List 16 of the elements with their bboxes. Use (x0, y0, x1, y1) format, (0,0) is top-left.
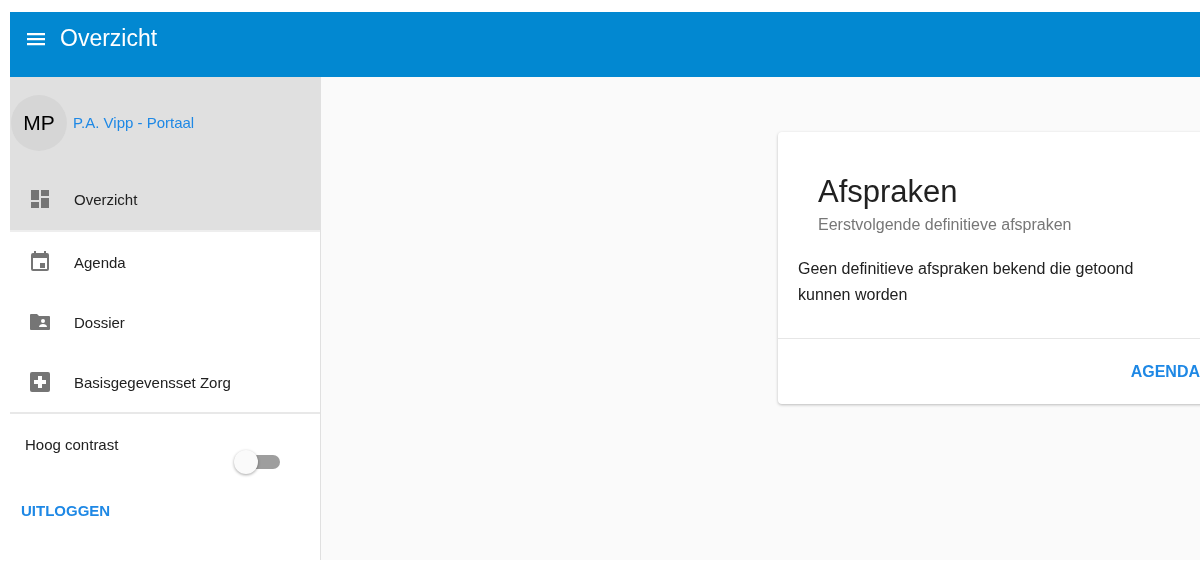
contrast-toggle[interactable] (234, 450, 282, 474)
card-subtitle: Eerstvolgende definitieve afspraken (818, 216, 1073, 234)
calendar-icon (28, 250, 52, 274)
avatar: MP (11, 94, 67, 151)
card-title: Afspraken (818, 174, 959, 210)
logout-link[interactable]: UITLOGGEN (21, 502, 111, 519)
nav-item[interactable]: Overzicht (10, 168, 320, 232)
agenda-link[interactable]: AGENDA (1130, 362, 1200, 381)
nav-item[interactable]: Dossier (10, 292, 320, 352)
nav-item[interactable]: Basisgegevensset Zorg (10, 352, 320, 412)
medical-cross-icon (28, 370, 52, 394)
nav-item[interactable]: Agenda (10, 232, 320, 292)
dashboard-icon (28, 187, 52, 211)
page-title: Overzicht (60, 25, 158, 53)
contrast-label: Hoog contrast (25, 436, 119, 453)
empty-message: Geen definitieve afspraken bekend die getoond kunnen worden (797, 259, 1135, 305)
